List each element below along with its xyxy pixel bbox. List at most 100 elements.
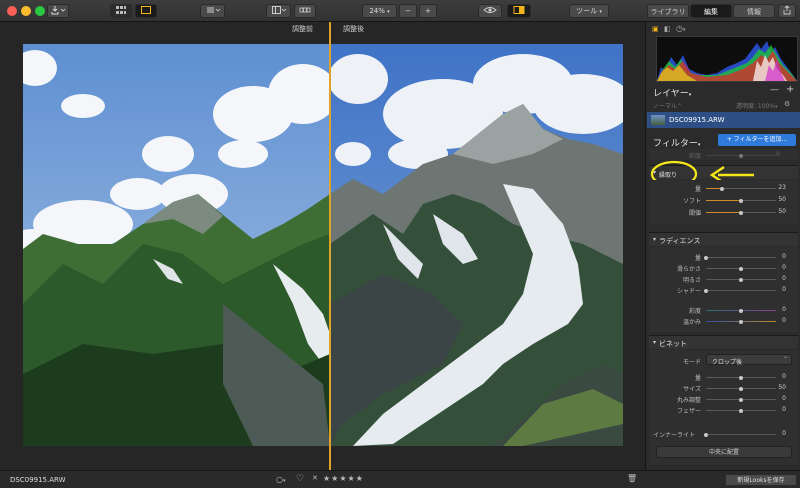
slider-row: 量0: [649, 252, 800, 262]
opacity-select[interactable]: 透明度: 100%▾: [736, 101, 778, 110]
image-icon[interactable]: ▣: [652, 25, 659, 33]
slider-track[interactable]: [706, 397, 776, 402]
slider-knob[interactable]: [704, 255, 708, 260]
reject-icon[interactable]: ✕: [312, 474, 318, 482]
minus-icon: −: [405, 7, 411, 15]
slider-knob[interactable]: [739, 319, 743, 324]
split-compare-button[interactable]: [507, 4, 531, 18]
tab-label: 情報: [747, 8, 761, 16]
slider-row: 量0: [649, 372, 800, 382]
vignette-mode-select[interactable]: クロップ後 ⌃: [706, 354, 792, 366]
filmstrip-icon: [299, 7, 311, 13]
filter-header-vignette[interactable]: ▾ ビネット: [649, 335, 798, 349]
add-filter-button[interactable]: + フィルターを追加...: [718, 134, 796, 146]
filters-title[interactable]: フィルター▾: [653, 136, 700, 149]
slider-label: フェザー: [676, 408, 701, 415]
slider-track[interactable]: [704, 432, 776, 437]
plus-icon: +: [425, 7, 431, 15]
photo-preview[interactable]: [23, 44, 623, 446]
mode-value: クロップ後: [712, 359, 743, 366]
star-rating[interactable]: ★★★★★: [323, 474, 364, 483]
add-layer-button[interactable]: +: [786, 84, 794, 95]
slider-knob[interactable]: [739, 266, 743, 271]
layers-title-text: レイヤー: [653, 89, 689, 99]
sidebar-icon: [271, 6, 286, 14]
slider-value: 0: [782, 253, 786, 260]
tools-menu-button[interactable]: ツール ▾: [569, 4, 609, 18]
single-view-button[interactable]: [135, 4, 157, 18]
filter-body-edge: 量 23 ソフト 50 閾値 50: [649, 180, 798, 224]
slider-track[interactable]: [706, 375, 776, 380]
tab-info[interactable]: 情報: [733, 4, 775, 18]
tab-edit[interactable]: 編集: [690, 4, 732, 18]
slider-knob[interactable]: [739, 375, 743, 380]
slider-label: 明るさ: [682, 277, 701, 284]
zoom-in-button[interactable]: +: [419, 4, 437, 18]
slider-knob[interactable]: [739, 277, 743, 282]
history-icon[interactable]: ◷▾: [676, 24, 686, 33]
zoom-out-button[interactable]: −: [399, 4, 417, 18]
layer-thumbnail: [651, 115, 665, 125]
filmstrip-toggle-button[interactable]: [294, 4, 316, 18]
slider-value: 0: [782, 286, 786, 293]
import-button[interactable]: [47, 4, 69, 18]
sort-menu-button[interactable]: [200, 4, 225, 18]
slider-track[interactable]: [706, 186, 776, 191]
remove-layer-button[interactable]: —: [770, 85, 779, 95]
mountain-photo: [23, 44, 623, 446]
slider-track[interactable]: [706, 277, 776, 282]
slider-track[interactable]: [704, 255, 776, 260]
center-button[interactable]: 中央に配置: [656, 446, 792, 458]
heart-icon[interactable]: ♡: [296, 474, 304, 484]
slider-label: 閾値: [688, 210, 701, 217]
slider-track[interactable]: [706, 266, 776, 271]
bottom-filename: DSC09915.ARW: [10, 476, 66, 484]
slider-knob[interactable]: [720, 186, 725, 191]
filter-header-radiance[interactable]: ▾ ラディエンス: [649, 232, 798, 246]
layer-row[interactable]: DSC09915.ARW: [647, 112, 800, 128]
slider-fill: [706, 200, 741, 201]
slider-knob[interactable]: [739, 198, 743, 203]
layers-title[interactable]: レイヤー▾: [653, 86, 691, 99]
chevron-down-icon: ▾: [653, 339, 657, 346]
slider-row: 閾値 50: [649, 207, 800, 217]
layers-icon[interactable]: ◧: [664, 25, 671, 33]
slider-knob[interactable]: [739, 210, 743, 215]
slider-track[interactable]: [706, 319, 776, 324]
grid-view-button[interactable]: [110, 4, 132, 18]
slider-knob[interactable]: [704, 288, 708, 293]
bottom-bar: DSC09915.ARW ○▾ ♡ ✕ ★★★★★ 🗑: [0, 470, 645, 488]
slider-knob[interactable]: [739, 308, 743, 313]
save-looks-button[interactable]: 新規Looksを保存: [725, 474, 797, 486]
slider-track[interactable]: [706, 386, 776, 391]
slider-track[interactable]: [706, 198, 776, 203]
slider-knob[interactable]: [739, 408, 743, 413]
zoom-select[interactable]: 24% ▾: [362, 4, 397, 18]
sidebar-toggle-button[interactable]: [266, 4, 291, 18]
slider-knob[interactable]: [739, 397, 743, 402]
blend-mode-select[interactable]: ノーマル⌃: [653, 101, 682, 110]
mode-label: モード: [682, 359, 701, 366]
chevron-updown-icon: ⌃: [782, 356, 788, 363]
zoom-value: 24%: [369, 7, 385, 15]
slider-knob[interactable]: [739, 386, 743, 391]
slider-track[interactable]: [706, 408, 776, 413]
slider-track[interactable]: [704, 288, 776, 293]
share-button[interactable]: [778, 4, 796, 18]
trash-icon[interactable]: 🗑: [627, 474, 637, 483]
before-label: 調整前: [292, 25, 313, 33]
preview-toggle-button[interactable]: [478, 4, 502, 18]
compare-split-handle[interactable]: [329, 22, 331, 472]
slider-track[interactable]: [706, 308, 776, 313]
gear-icon[interactable]: ⚙: [784, 100, 790, 108]
chevron-down-icon: ▾: [599, 9, 602, 15]
zoom-window-button[interactable]: [35, 6, 45, 16]
slider-track[interactable]: [706, 210, 776, 215]
grid-icon: [116, 6, 126, 14]
single-image-icon: [141, 6, 151, 14]
tab-library[interactable]: ライブラリ: [647, 4, 689, 18]
color-label-dropdown[interactable]: ○▾: [276, 475, 286, 484]
slider-knob[interactable]: [704, 432, 708, 437]
close-window-button[interactable]: [7, 6, 17, 16]
minimize-window-button[interactable]: [21, 6, 31, 16]
